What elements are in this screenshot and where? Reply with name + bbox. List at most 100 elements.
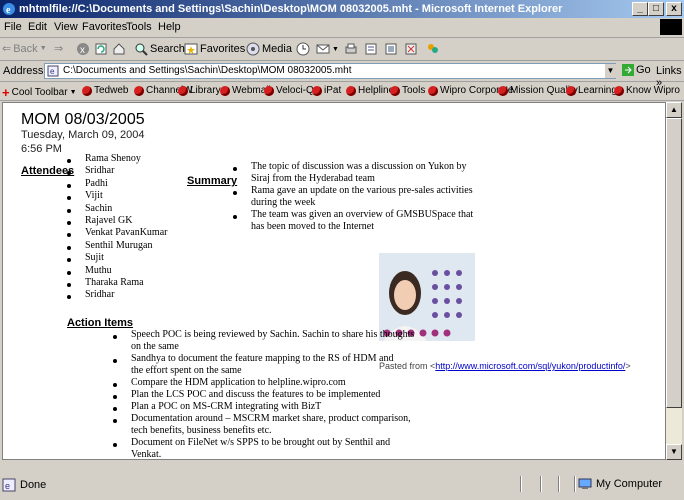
link-veloci-q[interactable]: Veloci-Q [264,85,314,96]
summary-line: Rama gave an update on the various pre-s… [251,185,473,196]
mail-icon [316,44,330,54]
history-icon [296,42,310,56]
print-button[interactable] [344,42,358,56]
menu-file[interactable]: File [4,21,22,33]
bullet-dot [113,395,117,399]
attendee-item: Padhi [85,177,108,189]
link-icon [178,85,188,96]
link-tedweb[interactable]: Tedweb [82,85,128,96]
summary-header: Summary [187,175,238,187]
action-item-line: Sandhya to document the feature mapping … [131,353,394,364]
links-bar: + Cool Toolbar ▼ Tedweb ChannelW Library… [0,82,684,101]
link-icon [346,85,356,96]
action-item-line: Compare the HDM application to helpline.… [131,377,346,388]
menu-edit[interactable]: Edit [28,21,47,33]
attendees-header: Attendees [21,165,75,177]
pasted-suffix: > [625,361,631,371]
bullet-dot [113,407,117,411]
svg-text:x: x [80,45,85,56]
action-item-line: Documentation around – MSCRM market shar… [131,413,411,424]
bullet-dot [67,283,71,287]
link-icon [134,85,144,96]
photo-illustration [379,253,475,341]
research-icon [405,43,417,55]
status-divider [574,476,576,492]
go-label: Go [636,64,651,76]
page-done-icon: e [2,478,16,492]
pasted-link[interactable]: http://www.microsoft.com/sql/yukon/produ… [435,361,625,371]
attendee-item: Sridhar [85,289,115,301]
go-button[interactable]: Go [622,64,651,76]
home-button[interactable] [112,42,126,56]
scroll-up-button[interactable]: ▲ [666,102,682,118]
pasted-from: Pasted from <http://www.microsoft.com/sq… [379,361,631,371]
menu-help[interactable]: Help [158,21,181,33]
attendee-item: Rama Shenoy [85,153,141,164]
cool-toolbar-button[interactable]: + Cool Toolbar ▼ [2,85,77,100]
attendee-item: Vijit [85,190,103,202]
media-button[interactable]: Media [246,42,292,56]
back-button[interactable]: ⇐ Back ▼ [2,42,47,56]
security-zone: My Computer [578,477,662,491]
vertical-scrollbar[interactable]: ▲ ▼ [666,102,682,460]
link-tools[interactable]: Tools [390,85,425,96]
forward-button[interactable]: ⇒ [54,42,63,55]
link-icon [390,85,400,96]
standard-toolbar: ⇐ Back ▼ ⇒ x Search Favorites Media ▼ [0,38,684,61]
menu-tools[interactable]: Tools [126,21,152,33]
address-input[interactable]: e C:\Documents and Settings\Sachin\Deskt… [44,63,616,79]
menu-favorites[interactable]: Favorites [82,21,127,33]
link-label: Helpline [358,85,395,96]
bullet-dot [67,196,71,201]
favorites-label: Favorites [200,43,246,55]
page-title: MOM 08/03/2005 [21,111,145,128]
cool-toolbar-label: Cool Toolbar [11,87,68,98]
link-library[interactable]: Library [178,85,221,96]
stock-photo-woman [379,253,475,341]
link-label: Tedweb [94,85,129,96]
history-button[interactable] [296,42,310,56]
link-learning[interactable]: Learning [566,85,617,96]
link-icon [428,85,438,96]
scroll-thumb[interactable] [666,118,682,408]
edit-button[interactable] [364,42,378,56]
link-helpline[interactable]: Helpline [346,85,394,96]
messenger-button[interactable] [426,42,440,56]
maximize-button[interactable]: □ [648,2,664,16]
search-button[interactable]: Search [134,42,185,56]
stop-button[interactable]: x [76,42,90,56]
attendee-item: Rajavel GK [85,215,133,226]
address-dropdown-button[interactable]: ▼ [605,64,616,78]
attendee-item: Sujit [85,252,104,264]
link-label: Veloci-Q [276,85,314,96]
action-item-line: Document on FileNet w/s SPPS to be broug… [131,437,391,448]
action-item-line: Plan a POC on MS-CRM integrating with Bi… [131,401,322,412]
bullet-dot [233,215,237,219]
minimize-button[interactable]: _ [632,2,648,16]
action-items-header: Action Items [67,317,134,329]
favorites-button[interactable]: Favorites [184,42,245,56]
messenger-icon [428,44,438,53]
attendee-item: Muthu [85,264,112,276]
address-label: Address [3,65,44,77]
discuss-icon [385,43,397,55]
close-button[interactable]: x [666,2,682,16]
link-know-wipro[interactable]: Know Wipro [614,85,680,96]
attendee-item: Sachin [85,202,113,214]
svg-text:e: e [6,5,11,16]
scroll-down-button[interactable]: ▼ [666,444,682,460]
mail-button[interactable]: ▼ [316,42,339,56]
print-icon [345,43,357,54]
link-label: iPat [324,85,342,96]
bullet-dot [67,295,71,300]
action-item-line: tech benefits, business benefits etc. [131,425,272,436]
status-divider [558,476,560,492]
link-ipat[interactable]: iPat [312,85,341,96]
research-button[interactable] [404,42,418,56]
menu-view[interactable]: View [54,21,78,33]
search-icon [135,43,148,56]
summary-line: The topic of discussion was a discussion… [251,161,467,172]
bullet-dot [67,183,71,188]
refresh-button[interactable] [94,42,108,56]
discuss-button[interactable] [384,42,398,56]
